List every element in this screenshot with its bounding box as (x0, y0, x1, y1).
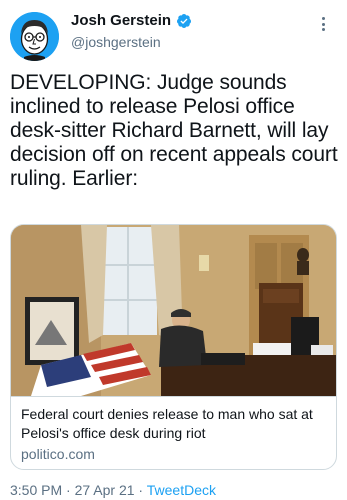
display-name-row: Josh Gerstein (71, 12, 192, 29)
author-info: Josh Gerstein @joshgerstein (71, 12, 192, 50)
display-name[interactable]: Josh Gerstein (71, 12, 171, 29)
tweet-time[interactable]: 3:50 PM (10, 482, 62, 498)
tweet-date[interactable]: 27 Apr 21 (75, 482, 135, 498)
meta-separator: · (66, 482, 71, 498)
author-handle[interactable]: @joshgerstein (71, 34, 192, 50)
avatar[interactable] (10, 12, 59, 61)
card-title[interactable]: Federal court denies release to man who … (21, 405, 328, 443)
tweet-header: Josh Gerstein @joshgerstein (10, 8, 337, 64)
tweet-meta: 3:50 PM · 27 Apr 21 · TweetDeck (10, 482, 216, 498)
tweet-text: DEVELOPING: Judge sounds inclined to rel… (10, 71, 338, 190)
verified-badge-icon (177, 13, 192, 28)
card-image (11, 225, 336, 396)
more-options-icon[interactable] (315, 14, 331, 34)
card-info: Federal court denies release to man who … (11, 396, 336, 469)
card-domain[interactable]: politico.com (21, 445, 328, 464)
meta-separator: · (138, 482, 144, 498)
tweet-source[interactable]: TweetDeck (147, 482, 216, 498)
link-card[interactable]: Federal court denies release to man who … (10, 224, 337, 470)
